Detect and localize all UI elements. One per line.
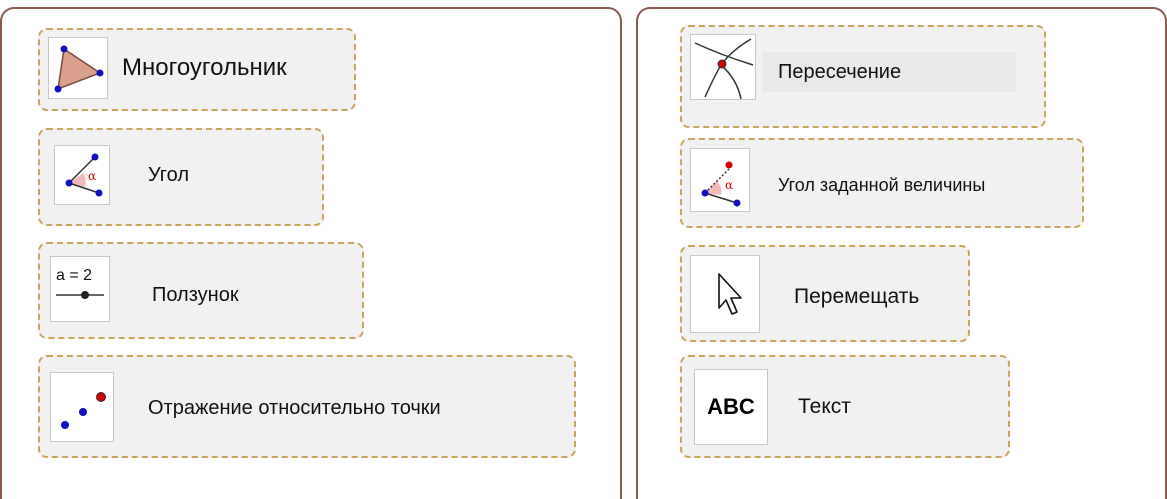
tool-label: Перемещать (794, 285, 920, 308)
slider-icon: a = 2 (50, 256, 110, 322)
intersect-icon (690, 34, 756, 100)
move-cursor-icon (690, 255, 760, 333)
tool-label: Текст (798, 395, 851, 418)
text-icon: ABC (694, 369, 768, 445)
svg-text:α: α (88, 169, 96, 183)
svg-text:α: α (725, 178, 733, 192)
tool-label: Угол заданной величины (778, 175, 986, 195)
tool-label: Ползунок (152, 284, 239, 306)
angle-fixed-size-icon: α (690, 148, 750, 212)
tool-slider[interactable]: a = 2 Ползунок (38, 242, 364, 339)
tool-polygon[interactable]: Многоугольник (38, 28, 356, 111)
tool-angle[interactable]: α Угол (38, 128, 324, 226)
tool-label: Пересечение (778, 61, 902, 83)
tool-label: Угол (148, 164, 190, 186)
polygon-icon (48, 37, 108, 99)
tool-text[interactable]: ABC Текст (680, 355, 1010, 458)
tool-reflect-about-point[interactable]: Отражение относительно точки (38, 355, 576, 458)
tool-intersect[interactable]: Пересечение (680, 25, 1046, 128)
angle-icon: α (54, 145, 110, 205)
tool-move[interactable]: Перемещать (680, 245, 970, 342)
slider-value-text: a = 2 (56, 267, 93, 284)
tool-angle-fixed-size[interactable]: α Угол заданной величины (680, 138, 1084, 228)
tool-label: Отражение относительно точки (148, 397, 441, 419)
reflect-about-point-icon (50, 372, 114, 442)
text-icon-label: ABC (707, 394, 755, 419)
tool-label: Многоугольник (122, 54, 287, 81)
